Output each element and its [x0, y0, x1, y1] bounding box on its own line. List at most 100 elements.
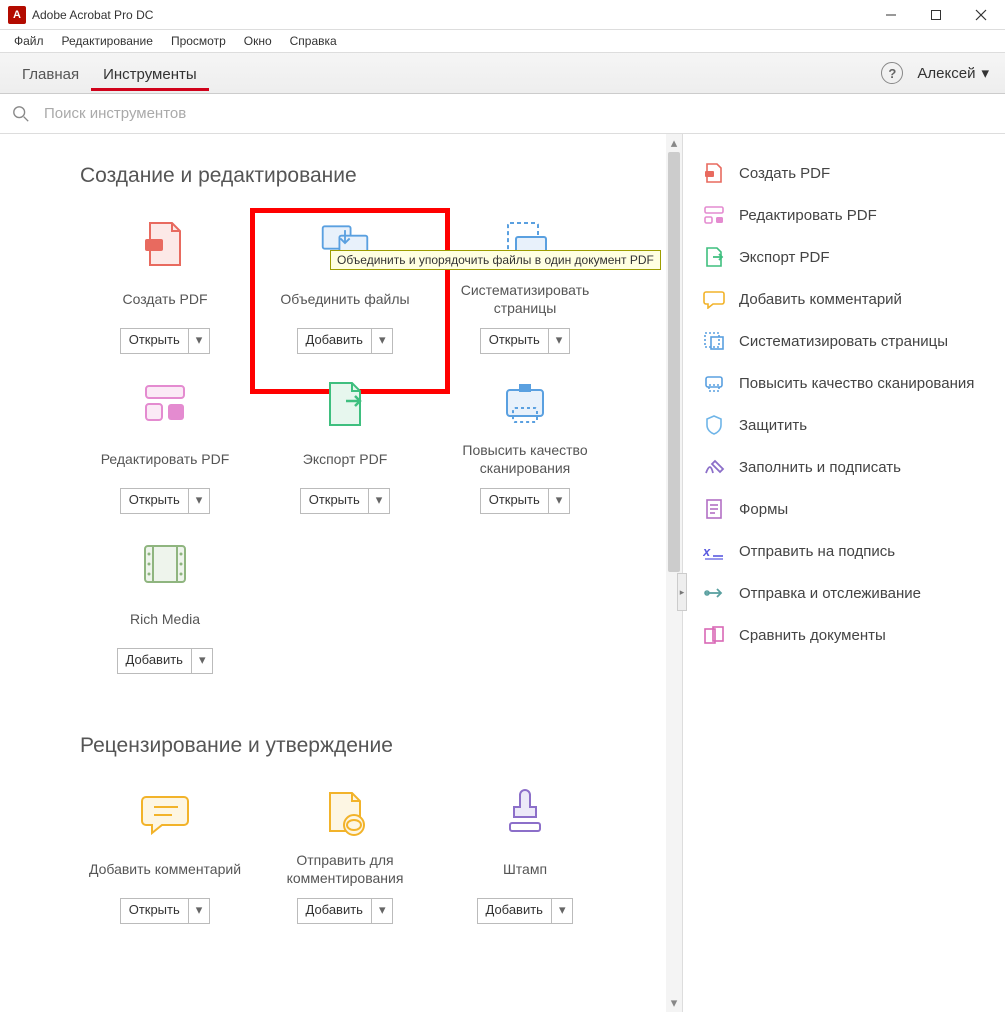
sidebar-item-label: Формы — [739, 501, 788, 518]
sidebar-item-label: Систематизировать страницы — [739, 333, 948, 350]
tool-action-button[interactable]: Открыть▾ — [480, 488, 571, 514]
tool-enhance-scans[interactable]: Повысить качество сканирования Открыть▾ — [440, 374, 610, 514]
tool-label: Добавить комментарий — [89, 850, 241, 888]
send-comments-icon — [319, 788, 371, 840]
tool-action-button[interactable]: Открыть▾ — [300, 488, 391, 514]
create-icon — [703, 162, 725, 184]
edit-pdf-icon — [139, 378, 191, 430]
tool-organize-pages[interactable]: Систематизировать страницы Открыть▾ — [440, 214, 610, 354]
tool-combine-files[interactable]: Объединить файлы Добавить▾ — [260, 214, 430, 354]
user-name: Алексей — [917, 65, 975, 82]
sidebar-item-scan[interactable]: Повысить качество сканирования — [695, 362, 997, 404]
tool-label: Штамп — [503, 850, 547, 888]
sidebar-item-edit[interactable]: Редактировать PDF — [695, 194, 997, 236]
scroll-down-icon[interactable]: ▾ — [666, 994, 682, 1012]
app-title: Adobe Acrobat Pro DC — [32, 8, 868, 22]
sidebar-item-label: Отправка и отслеживание — [739, 585, 921, 602]
chevron-down-icon: ▾ — [372, 329, 393, 353]
tool-action-button[interactable]: Открыть▾ — [120, 488, 211, 514]
export-icon — [703, 246, 725, 268]
chevron-down-icon: ▾ — [372, 899, 393, 923]
sidebar-item-label: Добавить комментарий — [739, 291, 902, 308]
sidebar-item-sign[interactable]: Заполнить и подписать — [695, 446, 997, 488]
tool-label: Экспорт PDF — [303, 440, 388, 478]
chevron-down-icon: ▾ — [192, 649, 213, 673]
menu-view[interactable]: Просмотр — [163, 32, 234, 50]
tool-action-button[interactable]: Открыть▾ — [120, 898, 211, 924]
tab-tools[interactable]: Инструменты — [91, 56, 209, 90]
export-pdf-icon — [319, 378, 371, 430]
tool-label: Систематизировать страницы — [440, 280, 610, 318]
help-icon[interactable]: ? — [881, 62, 903, 84]
chevron-down-icon: ▾ — [189, 329, 210, 353]
sidebar-item-label: Сравнить документы — [739, 627, 886, 644]
search-icon — [12, 105, 30, 123]
tool-label: Rich Media — [130, 600, 200, 638]
tool-label: Создать PDF — [122, 280, 207, 318]
tool-action-button[interactable]: Добавить▾ — [297, 898, 394, 924]
sidebar-item-label: Отправить на подпись — [739, 543, 895, 560]
tool-create-pdf[interactable]: Создать PDF Открыть▾ — [80, 214, 250, 354]
sidebar-item-label: Редактировать PDF — [739, 207, 877, 224]
menu-help[interactable]: Справка — [282, 32, 345, 50]
tool-action-button[interactable]: Добавить▾ — [477, 898, 574, 924]
scroll-up-icon[interactable]: ▴ — [666, 134, 682, 152]
chevron-down-icon: ▾ — [369, 489, 390, 513]
tool-stamp[interactable]: Штамп Добавить▾ — [440, 784, 610, 924]
sidebar-item-export[interactable]: Экспорт PDF — [695, 236, 997, 278]
chevron-down-icon: ▾ — [981, 64, 989, 82]
sidebar-item-comment[interactable]: Добавить комментарий — [695, 278, 997, 320]
sidebar-item-label: Экспорт PDF — [739, 249, 830, 266]
menu-file[interactable]: Файл — [6, 32, 52, 50]
search-input[interactable] — [44, 105, 993, 122]
comment-icon — [703, 288, 725, 310]
chevron-down-icon: ▾ — [189, 489, 210, 513]
app-icon: A — [8, 6, 26, 24]
section-review-approve: Рецензирование и утверждение — [80, 734, 656, 758]
chevron-down-icon: ▾ — [549, 489, 570, 513]
sidebar-item-label: Повысить качество сканирования — [739, 375, 974, 392]
scroll-thumb[interactable] — [668, 152, 680, 572]
maximize-button[interactable] — [913, 1, 958, 29]
tool-action-button[interactable]: Добавить▾ — [117, 648, 214, 674]
main-panel: Создание и редактирование Объединить и у… — [0, 134, 683, 1012]
side-collapse-handle[interactable]: ▸ — [677, 573, 687, 611]
tool-rich-media[interactable]: Rich Media Добавить▾ — [80, 534, 250, 674]
sidebar-item-forms[interactable]: Формы — [695, 488, 997, 530]
sign-icon — [703, 456, 725, 478]
sidebar-item-send-sign[interactable]: x Отправить на подпись — [695, 530, 997, 572]
tool-action-button[interactable]: Добавить▾ — [297, 328, 394, 354]
tool-export-pdf[interactable]: Экспорт PDF Открыть▾ — [260, 374, 430, 514]
sidebar-item-create[interactable]: Создать PDF — [695, 152, 997, 194]
menu-edit[interactable]: Редактирование — [54, 32, 161, 50]
sidebar-item-track[interactable]: Отправка и отслеживание — [695, 572, 997, 614]
menu-window[interactable]: Окно — [236, 32, 280, 50]
close-button[interactable] — [958, 1, 1003, 29]
sidebar-item-organize[interactable]: Систематизировать страницы — [695, 320, 997, 362]
send-sign-icon: x — [703, 540, 725, 562]
minimize-button[interactable] — [868, 1, 913, 29]
scan-icon — [703, 372, 725, 394]
tool-action-button[interactable]: Открыть▾ — [480, 328, 571, 354]
user-menu[interactable]: Алексей ▾ — [917, 64, 995, 82]
tool-send-for-comments[interactable]: Отправить для комментирования Добавить▾ — [260, 784, 430, 924]
sidebar-item-protect[interactable]: Защитить — [695, 404, 997, 446]
tool-action-button[interactable]: Открыть▾ — [120, 328, 211, 354]
compare-icon — [703, 624, 725, 646]
organize-icon — [703, 330, 725, 352]
tool-label: Объединить файлы — [280, 280, 409, 318]
tool-label: Повысить качество сканирования — [440, 440, 610, 478]
tabbar: Главная Инструменты ? Алексей ▾ — [0, 52, 1005, 94]
titlebar: A Adobe Acrobat Pro DC — [0, 0, 1005, 30]
chevron-down-icon: ▾ — [552, 899, 573, 923]
tool-add-comment[interactable]: Добавить комментарий Открыть▾ — [80, 784, 250, 924]
sidebar-item-label: Создать PDF — [739, 165, 830, 182]
menubar: Файл Редактирование Просмотр Окно Справк… — [0, 30, 1005, 52]
sidebar-item-label: Защитить — [739, 417, 807, 434]
enhance-scans-icon — [499, 378, 551, 430]
search-row — [0, 94, 1005, 134]
sidebar-item-compare[interactable]: Сравнить документы — [695, 614, 997, 656]
tab-home[interactable]: Главная — [10, 56, 91, 90]
tool-edit-pdf[interactable]: Редактировать PDF Открыть▾ — [80, 374, 250, 514]
tool-label: Отправить для комментирования — [260, 850, 430, 888]
